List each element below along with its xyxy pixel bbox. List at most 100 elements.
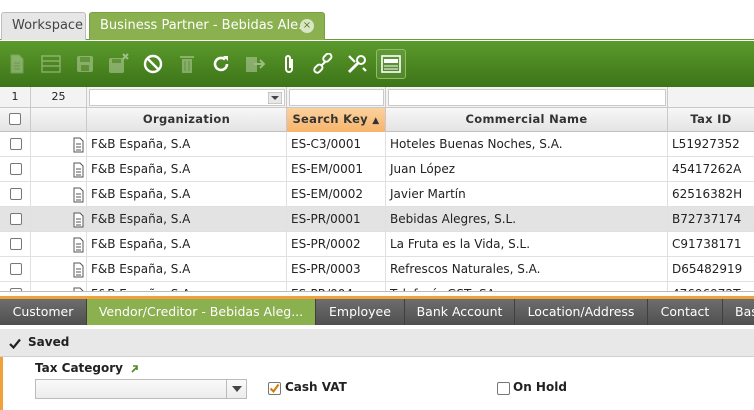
table-row[interactable]: F&B España, S.A ES-PR/0001 Bebidas Alegres…	[0, 207, 754, 232]
document-icon	[73, 212, 84, 228]
header-row: Organization Search Key ▲ Commercial Nam…	[0, 108, 754, 132]
tax-category-select[interactable]	[35, 379, 247, 399]
subtab-customer[interactable]: Customer	[0, 299, 87, 325]
subtab-bar: Customer Vendor/Creditor - Bebidas Aleg.…	[0, 296, 754, 325]
tools-icon[interactable]	[342, 49, 372, 79]
form-accent-bar	[0, 357, 30, 410]
document-icon	[73, 237, 84, 253]
document-icon	[73, 262, 84, 278]
row-actions-icons	[73, 262, 84, 278]
chevron-down-icon[interactable]	[226, 380, 246, 398]
column-header-organization[interactable]: Organization	[87, 108, 287, 132]
row-actions-icons	[73, 237, 84, 253]
cell-tax-id: L51927352	[672, 137, 740, 151]
undo-icon[interactable]	[138, 49, 168, 79]
cell-commercial-name: Refrescos Naturales, S.A.	[386, 257, 668, 282]
filter-row: 1 25	[0, 87, 754, 108]
table-row[interactable]: F&B España, S.A ES-EM/0001 Juan López 45417…	[0, 157, 754, 182]
cell-search-key: ES-EM/0001	[287, 157, 386, 182]
on-hold-checkbox[interactable]	[497, 382, 510, 395]
form-view-icon[interactable]	[376, 49, 406, 79]
cell-organization: F&B España, S.A	[87, 182, 287, 207]
organization-filter[interactable]	[87, 87, 287, 108]
save-close-icon[interactable]	[104, 49, 134, 79]
cell-search-key: ES-EM/0002	[287, 182, 386, 207]
tab-business-partner[interactable]: Business Partner - Bebidas Ale... ×	[89, 12, 325, 40]
attachment-icon[interactable]	[274, 49, 304, 79]
cell-tax-id: 45417262A	[672, 162, 742, 176]
export-icon[interactable]	[240, 49, 270, 79]
organization-filter-input[interactable]	[89, 89, 285, 106]
select-all-checkbox[interactable]	[9, 113, 21, 125]
cell-organization: F&B España, S.A	[87, 207, 287, 232]
row-actions-cell	[31, 132, 87, 157]
row-select-cell[interactable]	[0, 157, 31, 182]
cell-search-key: ES-PR/0002	[287, 232, 386, 257]
table-row[interactable]: F&B España, S.A ES-PR/0002 La Fruta es la …	[0, 232, 754, 257]
row-checkbox[interactable]	[10, 188, 22, 200]
row-select-cell[interactable]	[0, 232, 31, 257]
search-key-filter-input[interactable]	[289, 89, 384, 106]
row-select-cell[interactable]	[0, 207, 31, 232]
close-icon[interactable]: ×	[300, 19, 314, 33]
subtab-contact[interactable]: Contact	[648, 299, 723, 325]
search-key-header-label: Search Key	[292, 112, 368, 126]
row-checkbox[interactable]	[10, 288, 22, 291]
cell-organization: F&B España, S.A	[87, 232, 287, 257]
link-arrow-icon[interactable]	[131, 364, 138, 373]
checkmark-icon	[9, 338, 21, 349]
link-icon[interactable]	[308, 49, 338, 79]
page-size: 25	[31, 87, 87, 108]
row-checkbox[interactable]	[10, 238, 22, 250]
table-row[interactable]: F&B España, S.A ES-PR/0003 Refrescos Natur…	[0, 257, 754, 282]
row-select-cell[interactable]	[0, 182, 31, 207]
row-actions-icons	[73, 137, 84, 153]
row-select-cell[interactable]	[0, 282, 31, 291]
delete-icon[interactable]	[172, 49, 202, 79]
row-actions-cell	[31, 232, 87, 257]
row-checkbox[interactable]	[10, 138, 22, 150]
subtab-employee[interactable]: Employee	[316, 299, 405, 325]
subtab-bank-account[interactable]: Bank Account	[405, 299, 515, 325]
cell-tax-id: 62516382H	[672, 187, 743, 201]
cell-tax-id: B72737174	[672, 212, 742, 226]
cell-commercial-name: Telefonía GST, SA	[386, 282, 668, 291]
cash-vat-checkbox[interactable]	[268, 382, 281, 395]
select-all-cell[interactable]	[0, 108, 31, 132]
search-key-filter[interactable]	[287, 87, 386, 108]
records-grid: 1 25 Organization Search Key ▲ Commercia…	[0, 87, 754, 292]
cell-search-key: ES-C3/0001	[287, 132, 386, 157]
column-header-search-key[interactable]: Search Key ▲	[287, 108, 386, 132]
row-select-cell[interactable]	[0, 132, 31, 157]
save-icon[interactable]	[70, 49, 100, 79]
tax-id-filter[interactable]	[668, 87, 754, 108]
chevron-down-icon[interactable]	[268, 92, 282, 104]
table-row[interactable]: F&B España, S.AES-PR/004Telefonía GST, S…	[0, 282, 754, 291]
subtab-basic-discount[interactable]: Bas	[723, 299, 754, 325]
grid-view-icon[interactable]	[36, 49, 66, 79]
row-actions-cell	[31, 207, 87, 232]
subtab-location-address[interactable]: Location/Address	[515, 299, 648, 325]
row-checkbox[interactable]	[10, 263, 22, 275]
table-row[interactable]: F&B España, S.A ES-EM/0002 Javier Martín 62…	[0, 182, 754, 207]
tab-workspace[interactable]: Workspace	[1, 12, 86, 40]
row-checkbox[interactable]	[10, 163, 22, 175]
commercial-name-filter[interactable]	[386, 87, 668, 108]
table-row[interactable]: F&B España, S.A ES-C3/0001 Hoteles Buenas …	[0, 132, 754, 157]
row-select-cell[interactable]	[0, 257, 31, 282]
commercial-name-filter-input[interactable]	[388, 89, 666, 106]
column-header-tax-id[interactable]: Tax ID	[668, 108, 754, 132]
refresh-icon[interactable]	[206, 49, 236, 79]
new-document-icon[interactable]	[2, 49, 32, 79]
row-checkbox[interactable]	[10, 213, 22, 225]
subtab-vendor-creditor[interactable]: Vendor/Creditor - Bebidas Aleg...	[87, 299, 316, 325]
column-header-commercial-name[interactable]: Commercial Name	[386, 108, 668, 132]
document-icon	[73, 137, 84, 153]
row-actions-cell	[31, 157, 87, 182]
cell-search-key: ES-PR/004	[287, 282, 386, 291]
document-icon	[73, 162, 84, 178]
cell-organization: F&B España, S.A	[87, 282, 287, 291]
row-actions-cell	[31, 182, 87, 207]
row-actions-cell	[31, 282, 87, 291]
window-tab-bar: Workspace Business Partner - Bebidas Ale…	[0, 0, 754, 40]
